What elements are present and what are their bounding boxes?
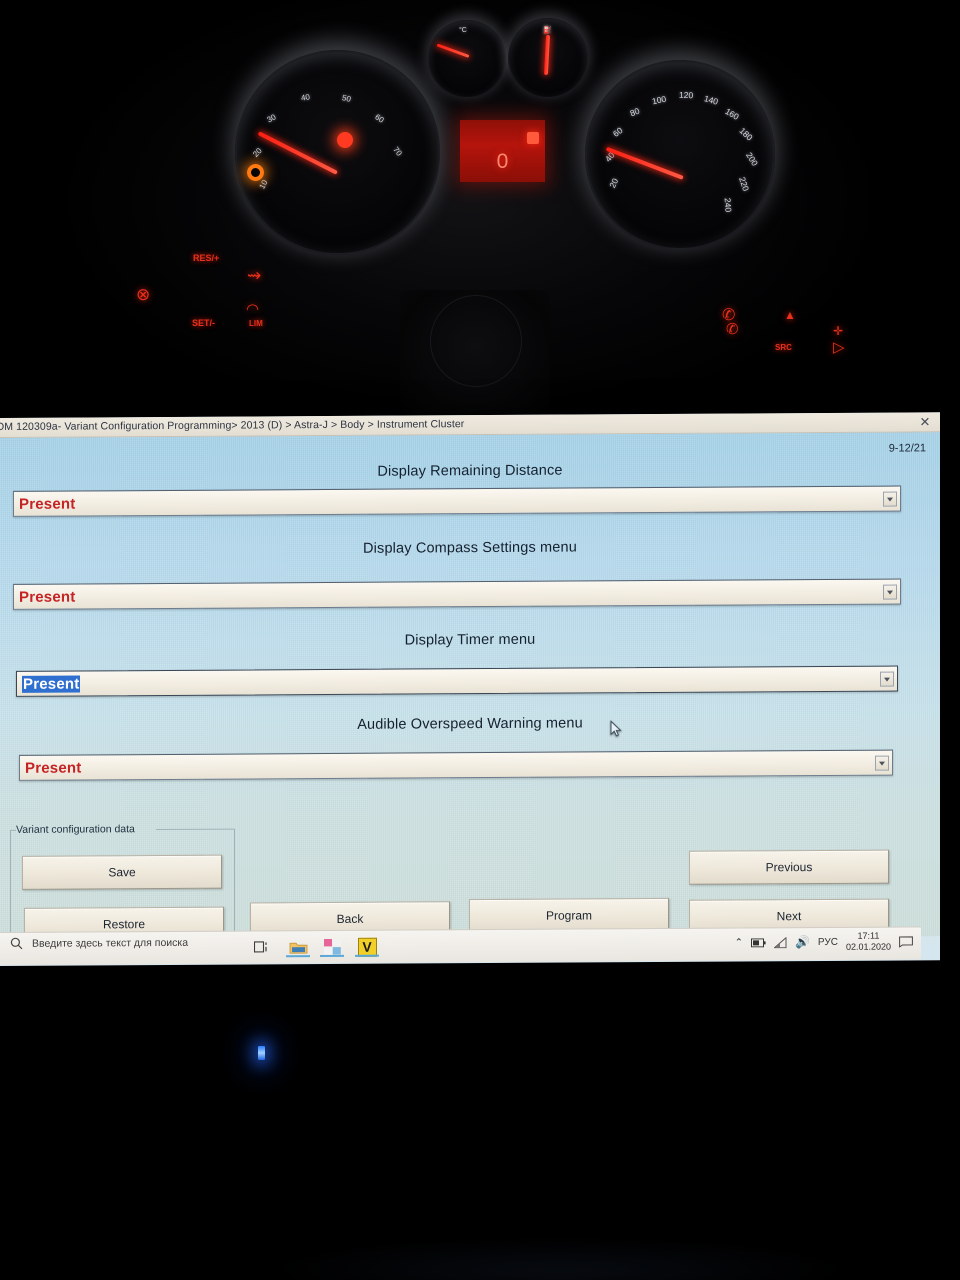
info-display-lcd: 0: [460, 120, 545, 182]
temp-unit-label: °C: [459, 27, 467, 34]
speedometer-needle: [605, 146, 684, 180]
speedo-tick-200: 200: [744, 150, 761, 168]
speedo-tick-120: 120: [678, 89, 694, 101]
cruise-off-icon: ⊗: [136, 285, 151, 304]
tach-center-warning-lamp: [337, 132, 353, 148]
dropdown-display-compass-settings-menu[interactable]: Present: [13, 578, 901, 610]
phone-end-icon: ✆: [726, 321, 739, 338]
close-icon[interactable]: ✕: [916, 413, 934, 430]
system-tray: ⌃ 🔊 РУС 17:11 02.01.2020: [735, 930, 913, 953]
chevron-down-icon[interactable]: [875, 755, 889, 771]
tach-tick-70: 70: [391, 145, 404, 158]
speed-limiter-gauge-icon: ◠: [246, 301, 260, 318]
chevron-down-icon[interactable]: [883, 584, 897, 600]
tach-tick-50: 50: [341, 93, 352, 104]
instrument-cluster-photo: 10 20 30 40 50 60 70 °C ⛽ 0 20 40 60 80 …: [0, 0, 960, 420]
cruise-set-label: SET/-: [192, 318, 216, 328]
field-label-display-compass-settings-menu: Display Compass Settings menu: [363, 539, 577, 557]
taskbar-search[interactable]: Введите здесь текст для поиска: [10, 936, 188, 950]
taskbar-clock[interactable]: 17:11 02.01.2020: [846, 931, 891, 953]
microsoft-store-icon[interactable]: [320, 936, 344, 958]
v-app-icon[interactable]: V: [355, 936, 379, 958]
background-glow: [0, 1200, 960, 1280]
language-indicator[interactable]: РУС: [818, 936, 838, 947]
save-button[interactable]: Save: [22, 854, 222, 890]
windows-taskbar: Введите здесь текст для поиска V ⌃ 🔊 РУС…: [0, 926, 921, 965]
speedo-tick-100: 100: [651, 93, 668, 107]
lcd-indicator-block: [527, 132, 539, 144]
source-label: SRC: [775, 343, 792, 352]
speed-limiter-label: LIM: [249, 319, 263, 328]
tach-tick-20: 20: [251, 146, 264, 159]
clock-time: 17:11: [857, 930, 880, 941]
dropdown-value: Present: [25, 759, 82, 777]
network-icon[interactable]: [773, 936, 787, 948]
notification-icon[interactable]: [899, 935, 913, 948]
chevron-down-icon[interactable]: [880, 671, 894, 687]
speedo-tick-220: 220: [737, 175, 752, 193]
group-legend: Variant configuration data: [16, 823, 135, 836]
lcd-odometer-value: 0: [496, 150, 509, 173]
dropdown-value: Present: [19, 588, 76, 606]
speedo-tick-180: 180: [737, 125, 755, 143]
field-label-display-remaining-distance: Display Remaining Distance: [377, 462, 563, 480]
file-explorer-icon[interactable]: [286, 936, 310, 958]
battery-icon[interactable]: [750, 937, 766, 947]
chevron-down-icon[interactable]: [883, 491, 897, 507]
cruise-control-icon: ⇝: [247, 266, 262, 285]
task-view-icon[interactable]: [250, 936, 274, 958]
volume-plus-icon: ✛: [833, 324, 844, 338]
source-up-icon: ▲: [784, 308, 796, 322]
dropdown-value: Present: [19, 495, 76, 513]
power-led-indicator: [258, 1046, 265, 1060]
chevron-up-icon[interactable]: ⌃: [735, 937, 743, 948]
fuel-pump-icon: ⛽: [543, 27, 552, 34]
diagnostic-software-window: OM 120309a- Variant Configuration Progra…: [0, 412, 940, 966]
steering-wheel-ring: [430, 295, 522, 387]
field-label-display-timer-menu: Display Timer menu: [404, 631, 536, 649]
page-indicator: 9-12/21: [888, 442, 926, 455]
tach-tick-40: 40: [300, 92, 311, 103]
oil-pressure-lamp-icon: [247, 164, 264, 181]
speedo-tick-160: 160: [723, 106, 741, 122]
tach-tick-10: 10: [257, 178, 270, 191]
dropdown-value: Present: [22, 675, 81, 693]
tach-tick-60: 60: [373, 112, 386, 125]
speedo-tick-140: 140: [702, 93, 720, 107]
fuel-gauge: ⛽: [508, 18, 588, 98]
dialog-content: 9-12/21 Display Remaining Distance Prese…: [0, 432, 940, 950]
screenshot-root: 10 20 30 40 50 60 70 °C ⛽ 0 20 40 60 80 …: [0, 0, 960, 1280]
dropdown-audible-overspeed-warning-menu[interactable]: Present: [19, 749, 893, 781]
speedo-tick-60: 60: [610, 125, 625, 139]
search-input[interactable]: Введите здесь текст для поиска: [32, 936, 188, 949]
dropdown-display-timer-menu[interactable]: Present: [16, 665, 898, 697]
tach-tick-30: 30: [265, 112, 278, 125]
breadcrumb: OM 120309a- Variant Configuration Progra…: [0, 418, 465, 434]
fuel-needle: [543, 34, 550, 76]
coolant-temperature-gauge: °C: [428, 20, 506, 98]
speedo-tick-80: 80: [628, 105, 641, 119]
cruise-resume-label: RES/+: [193, 253, 220, 263]
speedo-tick-240: 240: [722, 197, 734, 213]
volume-icon: ▷: [833, 339, 845, 356]
speedometer-gauge: 20 40 60 80 100 120 140 160 180 200 220 …: [585, 60, 775, 250]
search-icon: [10, 937, 23, 950]
volume-icon[interactable]: 🔊: [795, 935, 810, 949]
field-label-audible-overspeed-warning-menu: Audible Overspeed Warning menu: [357, 715, 583, 733]
previous-button[interactable]: Previous: [689, 849, 889, 885]
temperature-needle: [436, 43, 470, 58]
clock-date: 02.01.2020: [845, 941, 891, 952]
v-app-letter: V: [357, 937, 377, 957]
dropdown-display-remaining-distance[interactable]: Present: [13, 485, 901, 517]
speedo-tick-20: 20: [607, 176, 621, 190]
tachometer-needle: [257, 131, 338, 175]
tachometer-gauge: 10 20 30 40 50 60 70: [235, 50, 440, 255]
